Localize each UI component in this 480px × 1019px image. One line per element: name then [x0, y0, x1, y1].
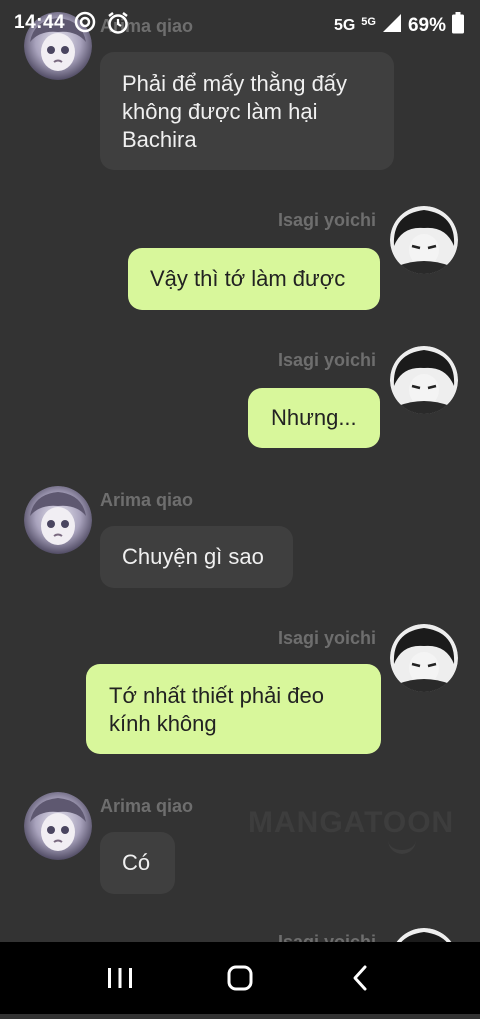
avatar-isagi[interactable]	[390, 346, 458, 414]
message-bubble[interactable]: Tớ nhất thiết phải đeo kính không	[86, 664, 381, 754]
status-bar: 14:44 5G 5G 69%	[0, 0, 480, 46]
message-text: Chuyện gì sao	[122, 544, 264, 569]
watermark-logo: MANGATOON	[248, 806, 455, 839]
message-text: Phải để mấy thằng đấy không được làm hại…	[122, 71, 348, 152]
hotspot-icon	[74, 11, 96, 38]
sender-name: Isagi yoichi	[277, 350, 376, 370]
message-text: Nhưng...	[271, 405, 357, 430]
message-text: Có	[122, 850, 151, 875]
message-text: Vậy thì tớ làm được	[150, 266, 346, 291]
battery-percent: 69%	[407, 15, 446, 36]
sender-name: Isagi yoichi	[277, 628, 376, 648]
avatar-arima[interactable]	[24, 792, 92, 860]
message-bubble[interactable]: Có	[100, 832, 175, 894]
avatar-isagi[interactable]	[390, 624, 458, 692]
navigation-bar	[0, 942, 480, 1014]
back-icon	[353, 965, 367, 991]
status-indicators: 5G 5G 69%	[334, 12, 464, 40]
back-button[interactable]	[320, 942, 400, 1014]
status-time: 14:44	[14, 12, 66, 33]
recent-apps-button[interactable]	[80, 942, 160, 1014]
network-type: 5G	[333, 17, 356, 34]
message-bubble[interactable]: Vậy thì tớ làm được	[128, 248, 380, 310]
signal-icon	[382, 13, 402, 39]
avatar-arima[interactable]	[24, 486, 92, 554]
battery-icon	[452, 12, 464, 40]
sender-name: Arima qiao	[100, 796, 194, 816]
home-button[interactable]	[200, 942, 280, 1014]
sender-name: Arima qiao	[100, 490, 194, 510]
sender-name: Isagi yoichi	[277, 210, 376, 230]
message-bubble[interactable]: Chuyện gì sao	[100, 526, 293, 588]
avatar-isagi[interactable]	[390, 206, 458, 274]
watermark-smile-icon	[388, 838, 416, 854]
message-bubble[interactable]: Nhưng...	[248, 388, 380, 448]
home-icon	[227, 965, 253, 991]
alarm-icon	[106, 11, 130, 40]
message-text: Tớ nhất thiết phải đeo kính không	[109, 683, 325, 736]
recent-apps-icon	[108, 968, 132, 988]
network-type-small: 5G	[361, 16, 376, 28]
message-bubble[interactable]: Phải để mấy thằng đấy không được làm hại…	[100, 52, 394, 170]
